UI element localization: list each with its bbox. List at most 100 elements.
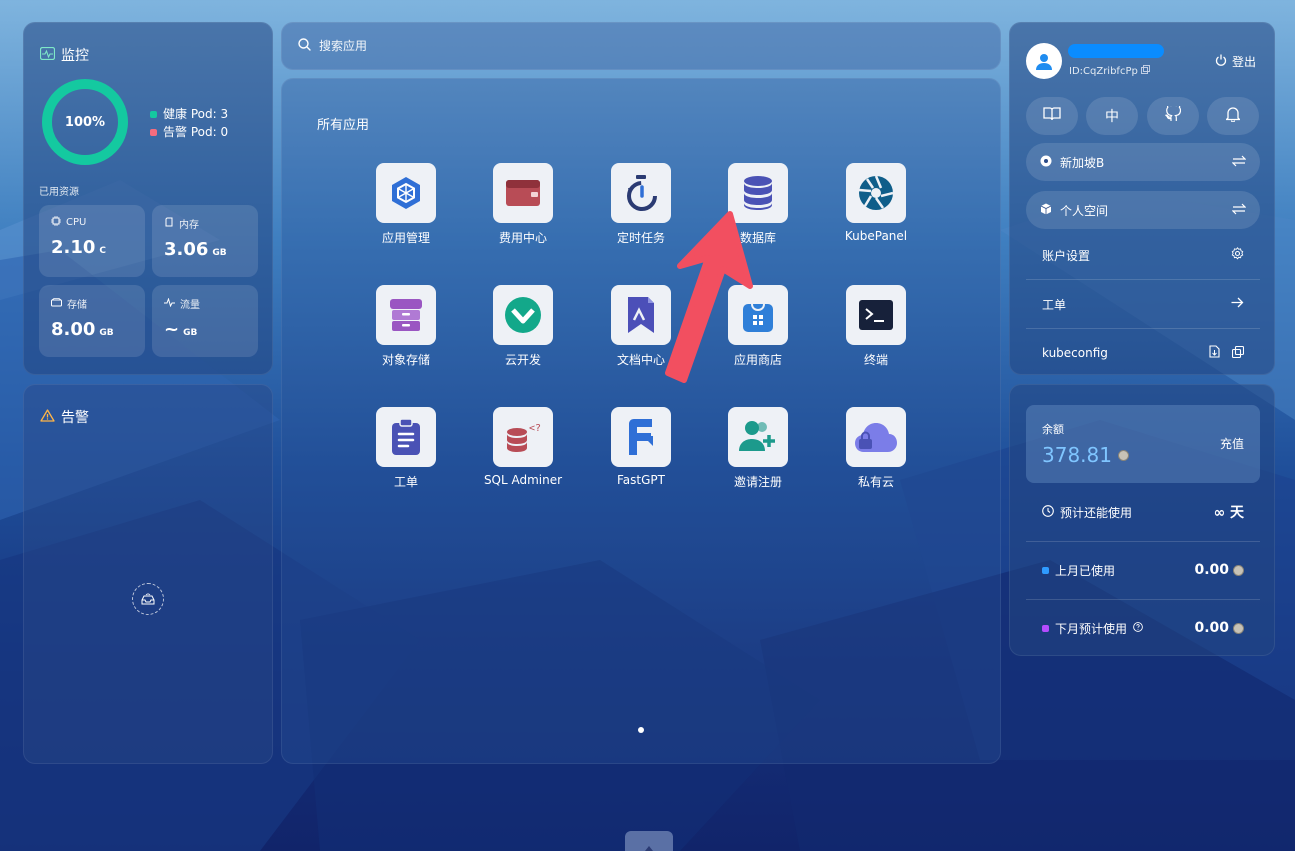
app-label: 云开发 [504,353,541,367]
user-panel: ID:CqZribfcPp 登出 中 新加坡B 个人空间 账户设置 工单 kub… [1009,22,1275,375]
remaining-label: 预计还能使用 [1060,505,1133,520]
last-month-row: 上月已使用 0.00 [1026,541,1260,599]
recharge-button[interactable]: 充值 [1220,435,1244,452]
chevron-up-icon [645,836,653,851]
clock-icon [1042,504,1054,520]
traffic-unit: GB [183,328,198,338]
app-label: 数据库 [739,231,776,245]
fastgpt-icon [611,407,671,467]
region-label: 新加坡B [1060,155,1105,170]
logout-label: 登出 [1231,55,1256,69]
empty-inbox-icon [132,583,164,615]
help-icon[interactable] [1133,621,1143,635]
github-icon [1165,103,1182,126]
app-terminal[interactable]: 终端 [826,285,926,368]
healthy-dot [150,110,157,118]
app-object-storage[interactable]: 对象存储 [356,285,456,368]
alert-panel: 告警 [23,384,273,764]
power-icon [1215,54,1227,69]
page-indicator[interactable] [638,727,644,733]
resources-title: 已用资源 [39,187,79,198]
notification-button[interactable] [1207,97,1259,135]
app-billing-center[interactable]: 费用中心 [473,163,573,246]
last-month-label: 上月已使用 [1055,563,1116,578]
account-settings-row[interactable]: 账户设置 [1026,231,1260,279]
terminal-icon [846,285,906,345]
app-label: FastGPT [617,473,665,487]
last-month-dot [1042,566,1049,574]
app-app-store[interactable]: 应用商店 [708,285,808,368]
balance-amount: 378.81 [1042,443,1112,467]
app-label: 邀请注册 [733,475,782,489]
cpu-icon [51,216,61,229]
copy-icon[interactable] [1231,345,1245,361]
app-label: SQL Adminer [483,473,563,487]
next-month-label: 下月预计使用 [1055,621,1128,636]
app-label: 应用管理 [381,231,430,245]
user-id: ID:CqZribfcPp [1069,65,1150,77]
memory-icon [164,217,174,230]
last-month-value: 0.00 [1194,562,1229,578]
app-label: KubePanel [844,229,908,243]
traffic-card: 流量 ~ GB [152,285,258,357]
avatar[interactable] [1026,43,1062,79]
alert-dot [150,128,157,136]
cpu-value: 2.10 [51,237,96,258]
search-input[interactable] [319,39,719,53]
traffic-label: 流量 [180,300,200,311]
monitor-title: 监控 [61,48,89,64]
logout-button[interactable]: 登出 [1215,53,1256,70]
search-bar[interactable] [281,22,1001,70]
app-kubepanel[interactable]: KubePanel [826,163,926,243]
app-label: 终端 [863,353,888,367]
ticket-label: 工单 [1042,297,1067,312]
account-settings-label: 账户设置 [1042,248,1091,263]
coin-icon [1233,564,1244,576]
download-icon[interactable] [1209,345,1220,361]
storage-card: 存储 8.00 GB [39,285,145,357]
ticket-row[interactable]: 工单 [1026,280,1260,328]
app-label: 工单 [393,475,418,489]
copy-icon[interactable] [1140,65,1150,77]
app-label: 定时任务 [616,231,665,245]
app-private-cloud[interactable]: 私有云 [826,407,926,490]
app-cron-jobs[interactable]: 定时任务 [591,163,691,246]
memory-label: 内存 [179,220,199,231]
kubeconfig-label: kubeconfig [1042,346,1108,360]
apps-panel: 所有应用 应用管理 费用中心 定时任务 数据库 KubePanel 对象存储 云… [281,78,1001,764]
cube-icon [1040,203,1052,218]
cloud-dev-icon [493,285,553,345]
next-month-value: 0.00 [1194,620,1229,636]
app-cloud-dev[interactable]: 云开发 [473,285,573,368]
dock-toggle[interactable] [625,831,673,851]
app-app-management[interactable]: 应用管理 [356,163,456,246]
arrow-right-icon [1231,297,1244,311]
app-label: 文档中心 [616,353,665,367]
app-database[interactable]: 数据库 [708,163,808,246]
region-switcher[interactable]: 新加坡B [1026,143,1260,181]
storage-label: 存储 [67,300,87,311]
app-invite-register[interactable]: 邀请注册 [708,407,808,490]
cloud-lock-icon [846,407,906,467]
app-tickets[interactable]: 工单 [356,407,456,490]
language-button[interactable]: 中 [1086,97,1138,135]
docs-button[interactable] [1026,97,1078,135]
app-docs-center[interactable]: 文档中心 [591,285,691,368]
kubeconfig-row[interactable]: kubeconfig [1026,329,1260,377]
app-fastgpt[interactable]: FastGPT [591,407,691,487]
health-percent: 100% [64,114,106,130]
book-icon [1043,107,1061,125]
wallet-icon [493,163,553,223]
memory-value: 3.06 [164,239,209,260]
switch-icon [1231,155,1247,170]
memory-card: 内存 3.06 GB [152,205,258,277]
monitor-header: 监控 [39,45,89,65]
balance-panel: 余额 378.81 充值 预计还能使用 ∞ 天 上月已使用 0.00 下月预计使… [1009,384,1275,656]
coin-icon [1117,449,1129,461]
app-sql-adminer[interactable]: <? SQL Adminer [473,407,573,487]
clipboard-icon [376,407,436,467]
bell-icon [1225,106,1241,126]
warning-icon [40,408,55,426]
workspace-switcher[interactable]: 个人空间 [1026,191,1260,229]
github-button[interactable] [1147,97,1199,135]
